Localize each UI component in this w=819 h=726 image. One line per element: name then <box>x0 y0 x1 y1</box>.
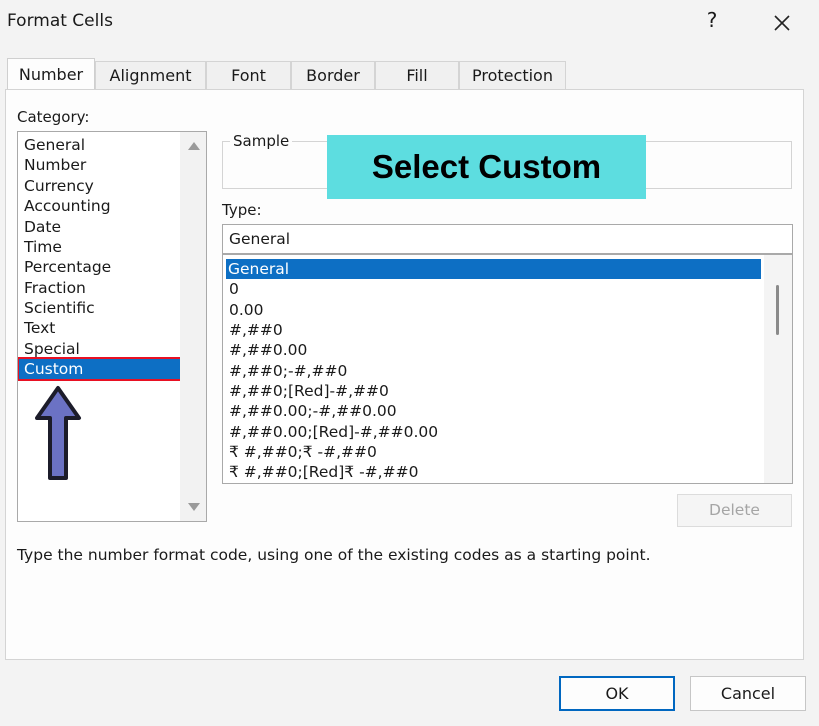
category-item-custom[interactable]: Custom <box>18 357 184 381</box>
type-scroll-thumb[interactable] <box>776 285 779 335</box>
select-custom-callout: Select Custom <box>327 135 646 199</box>
scroll-up-icon[interactable] <box>188 142 200 150</box>
category-item-percentage[interactable]: Percentage <box>23 257 115 277</box>
category-item-date[interactable]: Date <box>23 217 65 237</box>
tab-number[interactable]: Number <box>7 58 95 90</box>
format-hint-text: Type the number format code, using one o… <box>17 546 651 564</box>
help-button[interactable]: ? <box>700 8 724 32</box>
category-item-accounting[interactable]: Accounting <box>23 196 115 216</box>
type-item[interactable]: 0.00 <box>227 300 264 320</box>
type-item[interactable]: ₹ #,##0;₹ -#,##0 <box>227 442 377 462</box>
type-item[interactable]: #,##0;[Red]-#,##0 <box>227 381 389 401</box>
category-label: Category: <box>17 108 90 126</box>
type-item[interactable]: ₹ #,##0;[Red]₹ -#,##0 <box>227 462 418 482</box>
type-item[interactable]: 0 <box>227 279 239 299</box>
arrow-up-annotation-icon <box>35 386 81 480</box>
scroll-down-icon[interactable] <box>188 503 200 511</box>
ok-button[interactable]: OK <box>559 676 675 711</box>
category-item-currency[interactable]: Currency <box>23 176 98 196</box>
type-item[interactable]: #,##0;-#,##0 <box>227 361 347 381</box>
close-icon <box>774 15 790 31</box>
category-item-special[interactable]: Special <box>23 339 84 359</box>
type-item[interactable]: #,##0.00;-#,##0.00 <box>227 401 397 421</box>
category-item-scientific[interactable]: Scientific <box>23 298 99 318</box>
category-scrollbar[interactable] <box>180 132 206 521</box>
type-label: Type: <box>222 201 262 219</box>
type-item-general[interactable]: General <box>226 259 761 279</box>
category-item-general[interactable]: General <box>23 135 89 155</box>
tab-border[interactable]: Border <box>291 61 375 89</box>
title-bar: Format Cells ? <box>0 0 819 46</box>
tab-font[interactable]: Font <box>206 61 291 89</box>
close-button[interactable] <box>765 6 799 40</box>
type-item[interactable]: #,##0.00;[Red]-#,##0.00 <box>227 422 438 442</box>
tab-alignment[interactable]: Alignment <box>95 61 206 89</box>
cancel-button[interactable]: Cancel <box>690 676 806 711</box>
tab-protection[interactable]: Protection <box>459 61 566 89</box>
tab-fill[interactable]: Fill <box>375 61 459 89</box>
type-item[interactable]: #,##0.00 <box>227 340 307 360</box>
category-item-fraction[interactable]: Fraction <box>23 278 90 298</box>
category-item-number[interactable]: Number <box>23 155 90 175</box>
type-scrollbar[interactable] <box>764 255 792 483</box>
type-list[interactable]: General 0 0.00 #,##0 #,##0.00 #,##0;-#,#… <box>222 254 793 484</box>
type-item[interactable]: #,##0 <box>227 320 283 340</box>
sample-label: Sample <box>230 132 293 150</box>
dialog-title: Format Cells <box>7 11 113 31</box>
type-input[interactable]: General <box>222 224 793 254</box>
delete-button[interactable]: Delete <box>677 494 792 527</box>
category-item-text[interactable]: Text <box>23 318 59 338</box>
category-item-time[interactable]: Time <box>23 237 66 257</box>
